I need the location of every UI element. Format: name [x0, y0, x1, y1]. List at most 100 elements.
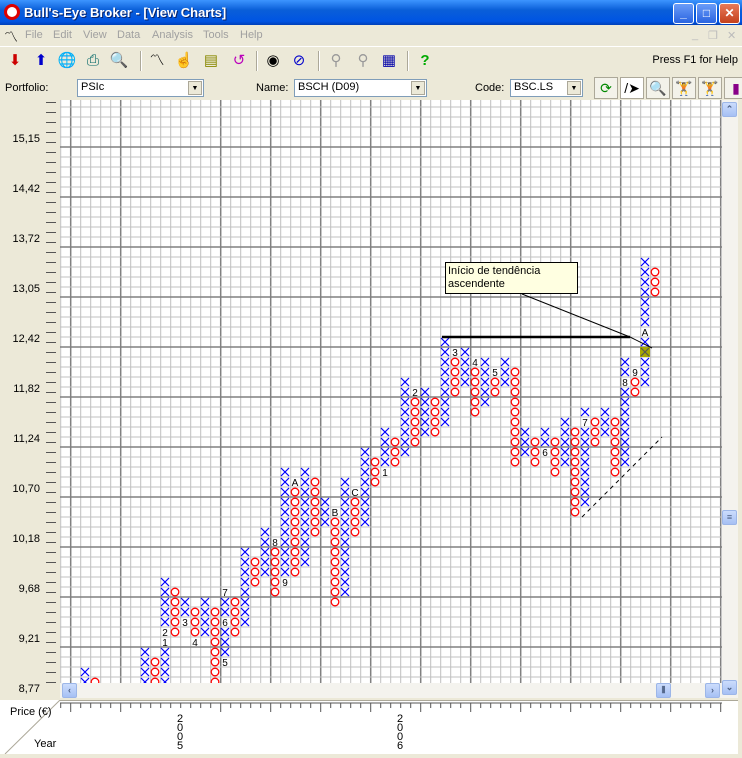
folder-icon[interactable]: ▤ [200, 50, 222, 72]
month-label: 7 [222, 588, 228, 599]
print-preview-icon[interactable]: 🔍 [108, 50, 130, 72]
axis-tick [46, 402, 56, 403]
axis-tick [46, 602, 56, 603]
axis-tick [46, 212, 56, 213]
chevron-down-icon[interactable]: ▼ [411, 81, 425, 95]
axis-tick [46, 152, 56, 153]
chart-icon[interactable]: 〽 [146, 50, 168, 72]
axis-tick [46, 432, 56, 433]
axis-tick [46, 492, 56, 493]
year-label: 2006 [396, 713, 404, 752]
no-icon[interactable]: ⊘ [288, 50, 310, 72]
price-tick-label: 10,18 [12, 533, 40, 545]
code-value: BSC.LS [514, 81, 554, 93]
axis-tick [46, 122, 56, 123]
draw-line-pointer-button[interactable]: /➤ [620, 77, 644, 99]
horizontal-scroll-thumb[interactable]: ⦀ [656, 683, 671, 698]
undo-icon[interactable]: ↺ [228, 50, 250, 72]
maximize-button[interactable]: □ [696, 3, 717, 24]
annotation-callout[interactable]: Início de tendência ascendente [445, 262, 578, 294]
menu-edit[interactable]: Edit [53, 29, 72, 41]
internet-icon[interactable]: 🌐 [56, 50, 78, 72]
mdi-restore-button[interactable]: ❐ [708, 29, 718, 42]
month-label: 2 [412, 388, 418, 399]
weightlifter-icon[interactable]: 🏋 [672, 77, 696, 99]
vertical-scroll-thumb[interactable]: ≡ [722, 510, 737, 525]
toolbar-separator [140, 51, 142, 71]
axis-tick [46, 672, 56, 673]
eye-icon[interactable]: ◉ [262, 50, 284, 72]
menu-analysis[interactable]: Analysis [152, 29, 193, 41]
name-select[interactable]: BSCH (D09) ▼ [294, 79, 427, 97]
axis-tick [46, 282, 56, 283]
toolbar: ⬇ ⬆ 🌐 ⎙ 🔍 〽 ☝ ▤ ↺ ◉ ⊘ ⚲ ⚲ ▦ ? Press F1 f… [0, 48, 742, 74]
close-button[interactable]: ✕ [719, 3, 740, 24]
portfolio-select[interactable]: PSIc ▼ [77, 79, 204, 97]
axis-tick [46, 372, 56, 373]
axis-tick [46, 662, 56, 663]
month-label: 3 [182, 618, 188, 629]
axis-tick [46, 292, 56, 293]
price-tick-label: 15,15 [12, 133, 40, 145]
month-label: B [332, 508, 339, 519]
refresh-button[interactable]: ⟳ [594, 77, 618, 99]
month-label: 3 [452, 348, 458, 359]
month-label: 2 [162, 628, 168, 639]
grid-icon[interactable]: ▦ [378, 50, 400, 72]
zoom-out-icon[interactable]: ⚲ [325, 50, 347, 72]
name-label: Name: [256, 82, 289, 94]
chevron-down-icon[interactable]: ▼ [188, 81, 202, 95]
axis-tick [46, 132, 56, 133]
menu-file[interactable]: File [25, 29, 43, 41]
bar-chart-icon[interactable]: ▮ [724, 77, 742, 99]
annotation-line-2: ascendente [448, 278, 505, 290]
axis-tick [46, 452, 56, 453]
year-label: 2005 [176, 713, 184, 752]
month-label: 8 [622, 378, 628, 389]
menu-tools[interactable]: Tools [203, 29, 229, 41]
chevron-down-icon[interactable]: ▼ [567, 81, 581, 95]
export-icon[interactable]: ⬆ [30, 50, 52, 72]
month-label: 5 [222, 658, 228, 669]
month-label: 1 [382, 468, 388, 479]
code-select[interactable]: BSC.LS ▼ [510, 79, 583, 97]
mdi-close-button[interactable]: ✕ [727, 29, 736, 42]
vertical-scrollbar[interactable]: ⌃ ≡ ⌄ [722, 100, 738, 698]
menu-help[interactable]: Help [240, 29, 263, 41]
axis-tick [46, 142, 56, 143]
horizontal-scrollbar[interactable]: ‹ ⦀ › [60, 683, 722, 698]
scroll-up-button[interactable]: ⌃ [722, 102, 737, 117]
import-icon[interactable]: ⬇ [4, 50, 26, 72]
axis-tick [46, 522, 56, 523]
title-bar: Bull's-Eye Broker - [View Charts] _ □ ✕ [0, 0, 742, 25]
month-label: 9 [282, 578, 288, 589]
menu-bar: 〽 File Edit View Data Analysis Tools Hel… [0, 25, 742, 47]
minimize-button[interactable]: _ [673, 3, 694, 24]
month-label: 5 [492, 368, 498, 379]
axis-tick [46, 392, 56, 393]
price-tick-label: 8,77 [18, 683, 40, 695]
scroll-right-button[interactable]: › [705, 683, 720, 698]
scroll-down-button[interactable]: ⌄ [722, 680, 737, 695]
price-tick-label: 11,24 [13, 433, 40, 445]
mdi-minimize-button[interactable]: _ [692, 29, 698, 41]
axis-tick [46, 472, 56, 473]
axis-tick [46, 162, 56, 163]
point-and-figure-chart[interactable]: 123456789ABC123456789A [60, 100, 722, 683]
weightlifter-2-icon[interactable]: 🏋 [698, 77, 722, 99]
axis-tick [46, 632, 56, 633]
month-label: 4 [472, 358, 478, 369]
scroll-left-button[interactable]: ‹ [62, 683, 77, 698]
axis-tick [46, 462, 56, 463]
help-icon[interactable]: ? [414, 50, 436, 72]
print-icon[interactable]: ⎙ [82, 50, 104, 72]
pointer-hand-icon[interactable]: ☝ [173, 50, 195, 72]
menu-data[interactable]: Data [117, 29, 140, 41]
menu-view[interactable]: View [83, 29, 107, 41]
month-label: 4 [192, 638, 198, 649]
zoom-button[interactable]: 🔍 [646, 77, 670, 99]
zoom-fit-icon[interactable]: ⚲ [352, 50, 374, 72]
axis-tick [46, 262, 56, 263]
month-label: A [292, 478, 299, 489]
axis-tick [46, 342, 56, 343]
